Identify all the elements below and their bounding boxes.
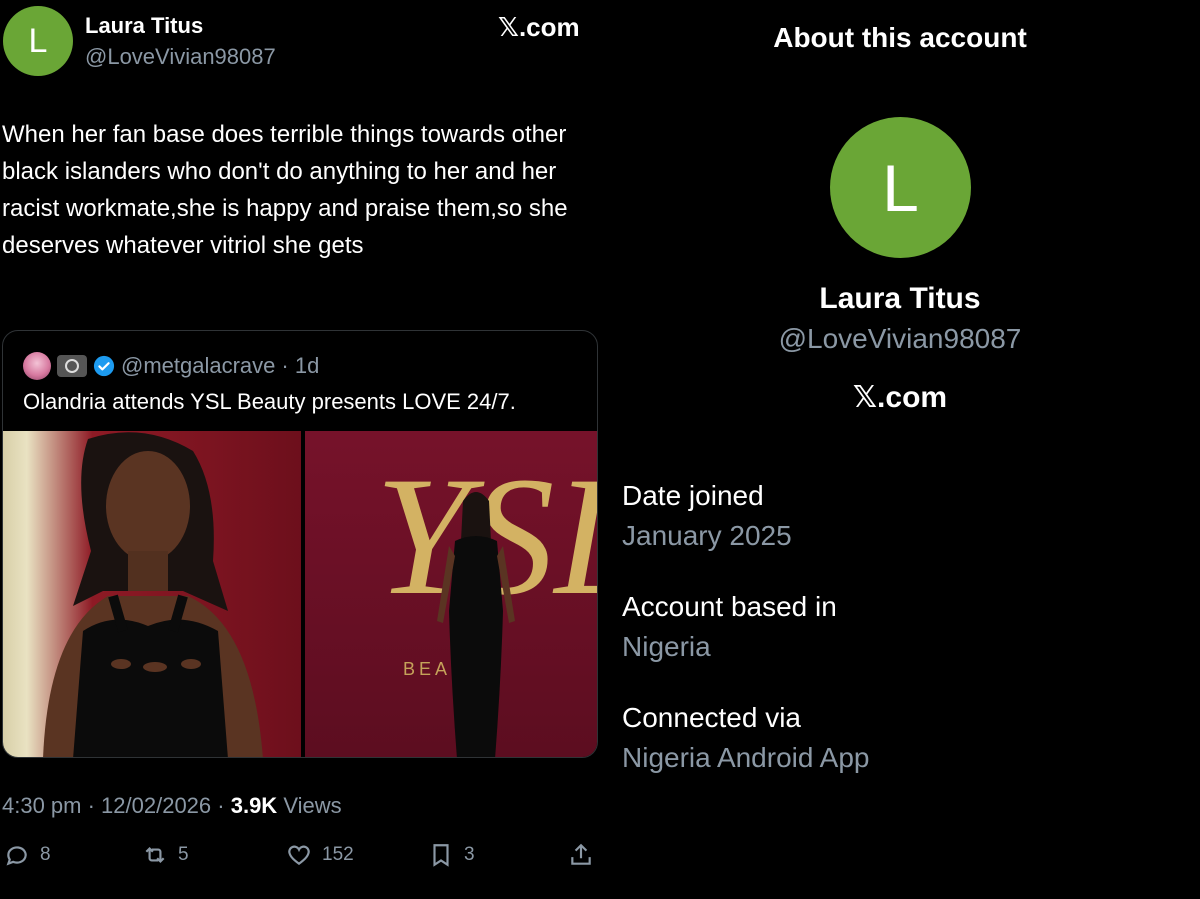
- author-avatar[interactable]: L: [3, 6, 73, 76]
- quoted-time: · 1d: [281, 353, 320, 378]
- quoted-tweet-header: @metgalacrave · 1d: [23, 351, 319, 381]
- bookmark-count: 3: [464, 844, 475, 865]
- author-handle[interactable]: @LoveVivian98087: [85, 44, 276, 70]
- reply-button[interactable]: 8: [4, 842, 51, 868]
- x-logo-text: 𝕏.com: [498, 12, 580, 42]
- quoted-image-2[interactable]: YSL BEA: [305, 431, 597, 757]
- quoted-avatar[interactable]: [23, 352, 51, 380]
- date-joined-value: January 2025: [622, 520, 792, 551]
- about-title: About this account: [773, 22, 1027, 53]
- connected-via-label: Connected via: [622, 702, 802, 733]
- about-account-panel: About this account L Laura Titus @LoveVi…: [600, 0, 1200, 899]
- person-closeup-illustration: [43, 432, 263, 757]
- tweet-card: L Laura Titus @LoveVivian98087 𝕏.com Whe…: [0, 0, 600, 899]
- views-count: 3.9K: [230, 793, 278, 818]
- account-based-in-label: Account based in: [622, 591, 837, 622]
- connected-via-value: Nigeria Android App: [622, 742, 870, 773]
- tweet-actions: 8 5 152 3: [0, 842, 600, 878]
- share-icon: [571, 843, 591, 865]
- tweet-meta: 4:30 pm · 12/02/2026 · 3.9K Views: [2, 793, 342, 819]
- repost-count: 5: [178, 844, 189, 865]
- bookmark-button[interactable]: 3: [428, 842, 475, 868]
- bookmark-icon: [433, 844, 449, 867]
- quoted-image-1[interactable]: [3, 431, 301, 757]
- profile-name: Laura Titus: [819, 282, 981, 315]
- profile-handle: @LoveVivian98087: [778, 323, 1022, 354]
- account-based-in-value: Nigeria: [622, 631, 711, 662]
- quoted-tweet[interactable]: @metgalacrave · 1d Olandria attends YSL …: [2, 330, 598, 758]
- views-label: Views: [283, 793, 342, 818]
- repost-icon: [145, 846, 165, 864]
- like-count: 152: [322, 844, 354, 865]
- verified-badge-icon: [93, 355, 115, 377]
- reply-count: 8: [40, 844, 51, 865]
- profile-avatar-large[interactable]: L: [830, 117, 971, 258]
- date-joined-label: Date joined: [622, 480, 764, 511]
- quoted-handle[interactable]: @metgalacrave: [121, 353, 275, 379]
- tweet-text: When her fan base does terrible things t…: [2, 121, 568, 259]
- author-name[interactable]: Laura Titus: [85, 13, 203, 39]
- camera-emoji-icon: [57, 355, 87, 377]
- like-button[interactable]: 152: [286, 842, 354, 868]
- repost-button[interactable]: 5: [142, 842, 189, 868]
- share-button[interactable]: [568, 842, 594, 868]
- x-logo-text: 𝕏.com: [852, 381, 948, 414]
- person-fullbody-illustration: [437, 492, 515, 757]
- heart-icon: [288, 845, 310, 865]
- tweet-timestamp[interactable]: 4:30 pm · 12/02/2026 ·: [2, 793, 225, 818]
- quoted-text: Olandria attends YSL Beauty presents LOV…: [23, 389, 516, 414]
- reply-icon: [6, 846, 27, 866]
